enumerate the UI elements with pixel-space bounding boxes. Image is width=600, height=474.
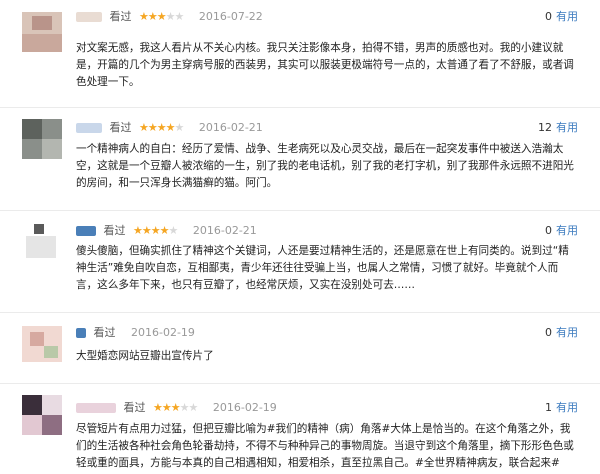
avatar[interactable] — [22, 222, 62, 262]
username[interactable] — [76, 123, 102, 133]
avatar[interactable] — [22, 324, 62, 364]
useful-count: 1 — [545, 401, 552, 414]
star-filled-icon: ★ — [170, 401, 181, 414]
star-empty-icon: ★ — [174, 121, 185, 134]
useful-vote[interactable]: 0 有用 — [545, 324, 578, 342]
review-date: 2016-02-19 — [131, 326, 195, 339]
avatar[interactable] — [22, 395, 62, 435]
review-item: 看过 ★★★★★ 2016-02-19 1 有用 尽管短片有点用力过猛，但把豆瓣比… — [0, 383, 600, 474]
review-meta: 看过 ★★★★★ 2016-07-22 — [76, 8, 263, 26]
useful-count: 0 — [545, 10, 552, 23]
star-filled-icon: ★ — [153, 401, 163, 414]
star-filled-icon: ★ — [150, 224, 161, 237]
username[interactable] — [76, 226, 96, 236]
star-filled-icon: ★ — [147, 10, 158, 23]
seen-label: 看过 — [109, 10, 132, 23]
rating-stars: ★★★★★ — [139, 119, 185, 137]
useful-vote[interactable]: 12 有用 — [538, 119, 578, 137]
review-item: 看过 ★★★★★ 2016-07-22 0 有用 对文案无感，我这人看片从不关心内… — [0, 0, 600, 108]
review-date: 2016-02-21 — [198, 121, 263, 134]
useful-button[interactable]: 有用 — [556, 121, 578, 134]
review-date: 2016-02-21 — [192, 224, 257, 237]
seen-label: 看过 — [93, 326, 116, 339]
useful-count: 12 — [538, 121, 552, 134]
username[interactable] — [76, 328, 86, 338]
star-filled-icon: ★ — [139, 10, 149, 23]
review-date: 2016-07-22 — [198, 10, 263, 23]
star-filled-icon: ★ — [141, 224, 152, 237]
review-text: 一个精神病人的自白：经历了爱情、战争、生老病死以及心灵交战，最后在一起突发事件中… — [76, 143, 574, 189]
seen-label: 看过 — [109, 121, 132, 134]
review-meta: 看过 ★★★★★ 2016-02-21 — [76, 119, 263, 137]
useful-button[interactable]: 有用 — [556, 401, 578, 414]
star-filled-icon: ★ — [156, 121, 167, 134]
useful-count: 0 — [545, 224, 552, 237]
seen-label: 看过 — [103, 224, 126, 237]
star-empty-icon: ★ — [168, 224, 179, 237]
star-filled-icon: ★ — [133, 224, 143, 237]
star-empty-icon: ★ — [165, 10, 176, 23]
star-filled-icon: ★ — [147, 121, 158, 134]
useful-button[interactable]: 有用 — [556, 10, 578, 23]
review-meta: 看过 ★★★★★ 2016-02-19 — [76, 399, 277, 417]
useful-vote[interactable]: 0 有用 — [545, 222, 578, 240]
rating-stars: ★★★★★ — [153, 399, 199, 417]
star-filled-icon: ★ — [139, 121, 149, 134]
star-filled-icon: ★ — [165, 121, 176, 134]
avatar[interactable] — [22, 12, 62, 52]
useful-button[interactable]: 有用 — [556, 224, 578, 237]
review-text: 对文案无感，我这人看片从不关心内核。我只关注影像本身，拍得不错，男声的质感也对。… — [76, 42, 574, 88]
review-meta: 看过 2016-02-19 — [76, 324, 195, 342]
review-date: 2016-02-19 — [212, 401, 277, 414]
review-item: 看过 ★★★★★ 2016-02-21 12 有用 一个精神病人的自白：经历了爱情… — [0, 107, 600, 211]
star-filled-icon: ★ — [156, 10, 167, 23]
useful-button[interactable]: 有用 — [556, 326, 578, 339]
review-text: 尽管短片有点用力过猛，但把豆瓣比喻为#我们的精神（病）角落#大体上是恰当的。在这… — [76, 423, 574, 469]
review-text: 大型婚恋网站豆瓣出宣传片了 — [76, 350, 214, 362]
star-empty-icon: ★ — [179, 401, 190, 414]
star-filled-icon: ★ — [159, 224, 170, 237]
rating-stars: ★★★★★ — [139, 8, 185, 26]
username[interactable] — [76, 12, 102, 22]
useful-vote[interactable]: 1 有用 — [545, 399, 578, 417]
review-text: 傻头傻脑，但确实抓住了精神这个关键词，人还是要过精神生活的，还是愿意在世上有同类… — [76, 245, 569, 291]
star-empty-icon: ★ — [174, 10, 185, 23]
star-filled-icon: ★ — [161, 401, 172, 414]
rating-stars: ★★★★★ — [133, 222, 179, 240]
useful-vote[interactable]: 0 有用 — [545, 8, 578, 26]
review-item: 看过 ★★★★★ 2016-02-21 0 有用 傻头傻脑，但确实抓住了精神这个关… — [0, 210, 600, 313]
seen-label: 看过 — [123, 401, 146, 414]
review-item: 看过 2016-02-19 0 有用 大型婚恋网站豆瓣出宣传片了 — [0, 312, 600, 384]
avatar[interactable] — [22, 119, 62, 159]
star-empty-icon: ★ — [188, 401, 199, 414]
username[interactable] — [76, 403, 116, 413]
review-meta: 看过 ★★★★★ 2016-02-21 — [76, 222, 257, 240]
useful-count: 0 — [545, 326, 552, 339]
